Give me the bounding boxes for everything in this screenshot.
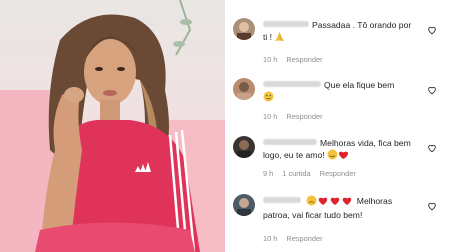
like-count[interactable]: 1 curtida [282,169,310,178]
heart-outline-icon[interactable] [427,22,437,35]
avatar[interactable] [233,194,255,216]
comment-text: Que ela fique bem [263,79,417,105]
username-blurred[interactable] [263,139,317,145]
username-blurred[interactable] [263,197,301,203]
reply-button[interactable]: Responder [286,234,322,243]
post-photo [0,0,225,252]
instagram-post-screenshot: Passadaa . Tô orando por ti ! 10 h Respon… [0,0,450,252]
reply-button[interactable]: Responder [286,112,322,121]
username-blurred[interactable] [263,81,321,87]
comment-text: Melhoras vida, fica bem logo, eu te amo! [263,137,417,163]
avatar[interactable] [233,136,255,158]
avatar[interactable] [233,18,255,40]
woman-in-pink-shirt-image [0,0,225,252]
comment-text: Passadaa . Tô orando por ti ! [263,19,417,45]
reply-button[interactable]: Responder [320,169,356,178]
praying-hands-emoji [274,31,285,45]
avatar[interactable] [233,78,255,100]
username-blurred[interactable] [263,21,309,27]
comment-meta: 10 h Responder [263,55,323,64]
sad-face-emoji [263,91,274,105]
comment-body: Que ela fique bem [324,80,395,90]
smile-hearts-emoji [327,149,349,163]
comments-panel: Passadaa . Tô orando por ti ! 10 h Respon… [225,0,450,252]
comment-time: 10 h [263,55,278,64]
heart-outline-icon[interactable] [427,82,437,95]
reply-button[interactable]: Responder [286,55,322,64]
comment-meta: 9 h 1 curtida Responder [263,169,356,178]
comment-time: 10 h [263,112,278,121]
face-and-three-hearts-emoji [306,195,354,209]
comment-time: 10 h [263,234,278,243]
comment-time: 9 h [263,169,274,178]
comment-meta: 10 h Responder [263,234,323,243]
comment-text: Melhoras patroa, vai ficar tudo bem! [263,195,417,221]
heart-outline-icon[interactable] [427,140,437,153]
comment-meta: 10 h Responder [263,112,323,121]
heart-outline-icon[interactable] [427,198,437,211]
